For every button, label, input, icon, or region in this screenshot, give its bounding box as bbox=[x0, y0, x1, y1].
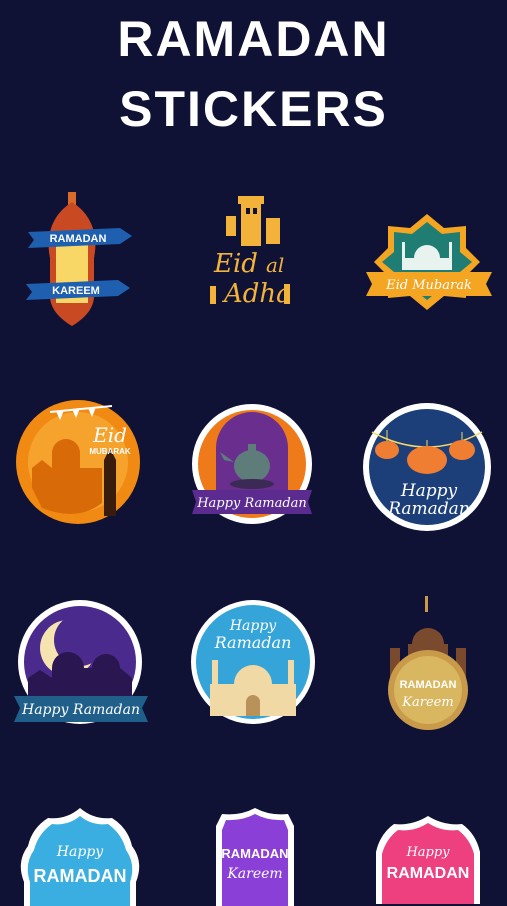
sticker-happy-ramadan-lanterns[interactable]: Happy Ramadan bbox=[362, 402, 492, 532]
title-line-1: RAMADAN bbox=[117, 11, 390, 67]
sticker-text-eid-mubarak: Eid Mubarak bbox=[385, 278, 472, 293]
sticker-text-kareem: Kareem bbox=[401, 695, 453, 710]
sticker-happy-ramadan-moon[interactable]: Happy Ramadan bbox=[12, 598, 150, 730]
sticker-text-ramadan: RAMADAN bbox=[34, 866, 127, 886]
sticker-text-ramadan: RAMADAN bbox=[50, 233, 107, 245]
sticker-eid-mubarak-star[interactable]: Eid Mubarak bbox=[362, 212, 497, 312]
sticker-text-happy-ramadan: Happy Ramadan bbox=[196, 496, 307, 511]
sticker-text-ramadan: RAMADAN bbox=[400, 679, 457, 691]
sticker-text-happy: Happy bbox=[229, 618, 277, 634]
sticker-text-eid: Eid bbox=[92, 423, 127, 447]
sticker-happy-ramadan-pink[interactable]: Happy RAMADAN bbox=[370, 814, 486, 904]
sticker-happy-ramadan-blue[interactable]: Happy RAMADAN bbox=[16, 806, 144, 906]
sticker-ramadan-kareem-badge[interactable]: RAMADAN Kareem bbox=[382, 596, 474, 730]
sticker-text-ramadan: Ramadan bbox=[214, 633, 292, 652]
sticker-text-mubarak: MUBARAK bbox=[89, 447, 131, 456]
sticker-text-happy: Happy bbox=[56, 844, 104, 860]
sticker-text-kareem: KAREEM bbox=[52, 285, 100, 297]
sticker-text-ramadan: Ramadan bbox=[387, 499, 470, 519]
sticker-text-ramadan: RAMADAN bbox=[221, 846, 288, 861]
sticker-text-adha: Adha bbox=[222, 279, 292, 309]
sticker-happy-ramadan-mosque[interactable]: Happy Ramadan bbox=[190, 598, 318, 726]
sticker-text-happy: Happy bbox=[400, 481, 458, 501]
title-line-2: STICKERS bbox=[119, 81, 388, 137]
sticker-text-kareem: Kareem bbox=[226, 866, 282, 882]
sticker-eid-al-adha[interactable]: Eid al Adha bbox=[208, 194, 303, 314]
sticker-text-happy: Happy bbox=[405, 845, 450, 860]
sticker-text-happy-ramadan: Happy Ramadan bbox=[21, 702, 140, 718]
sticker-text-ramadan: RAMADAN bbox=[387, 865, 470, 882]
sticker-text-eid: Eid bbox=[213, 249, 258, 279]
sticker-ramadan-kareem-lantern[interactable]: RAMADAN KAREEM bbox=[20, 188, 140, 333]
sticker-ramadan-kareem-violet[interactable]: RAMADAN Kareem bbox=[210, 806, 300, 906]
sticker-happy-ramadan-teapot[interactable]: Happy Ramadan bbox=[190, 404, 318, 526]
sticker-eid-mubarak-orange[interactable]: Eid MUBARAK bbox=[12, 398, 148, 526]
sticker-text-al: al bbox=[266, 253, 284, 277]
